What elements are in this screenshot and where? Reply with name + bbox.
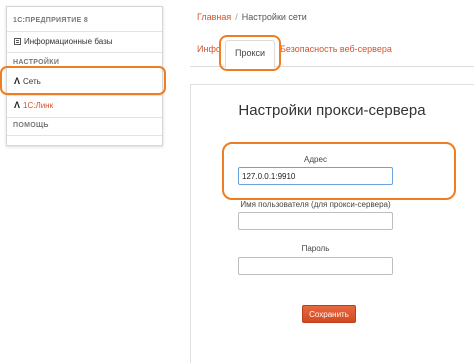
sidebar-section-title: ПОМОЩЬ <box>13 122 49 129</box>
tab-info[interactable]: Инфо <box>197 44 221 54</box>
sidebar-section-title: НАСТРОЙКИ <box>13 59 60 66</box>
sidebar-item-infobases[interactable]: Информационные базы <box>7 34 162 48</box>
breadcrumb-home-link[interactable]: Главная <box>197 12 231 22</box>
username-label: Имя пользователя (для прокси-сервера) <box>240 200 391 209</box>
divider <box>7 135 162 136</box>
highlight-proxy-tab <box>219 35 281 71</box>
sidebar-item-link[interactable]: Ʌ 1С:Линк <box>7 98 162 112</box>
sidebar-item-label: Информационные базы <box>24 36 113 46</box>
sidebar-item-label: 1С:Линк <box>23 100 54 110</box>
password-label: Пароль <box>301 244 330 253</box>
password-input[interactable] <box>238 257 393 275</box>
sidebar-section-title: 1С:ПРЕДПРИЯТИЕ 8 <box>13 17 89 24</box>
database-icon <box>14 37 21 45</box>
page-title: Настройки прокси-сервера <box>238 102 426 119</box>
username-input[interactable] <box>238 212 393 230</box>
breadcrumb-separator: / <box>235 12 238 22</box>
divider <box>7 31 162 32</box>
road-icon: Ʌ <box>14 100 21 110</box>
divider <box>7 117 162 118</box>
tab-security[interactable]: Безопасность веб-сервера <box>280 44 392 54</box>
highlight-address <box>222 142 456 200</box>
breadcrumb: Главная / Настройки сети <box>197 12 307 22</box>
divider <box>7 95 162 96</box>
highlight-network <box>0 66 166 95</box>
breadcrumb-current: Настройки сети <box>241 12 307 22</box>
divider <box>7 52 162 53</box>
save-button[interactable]: Сохранить <box>302 305 356 323</box>
